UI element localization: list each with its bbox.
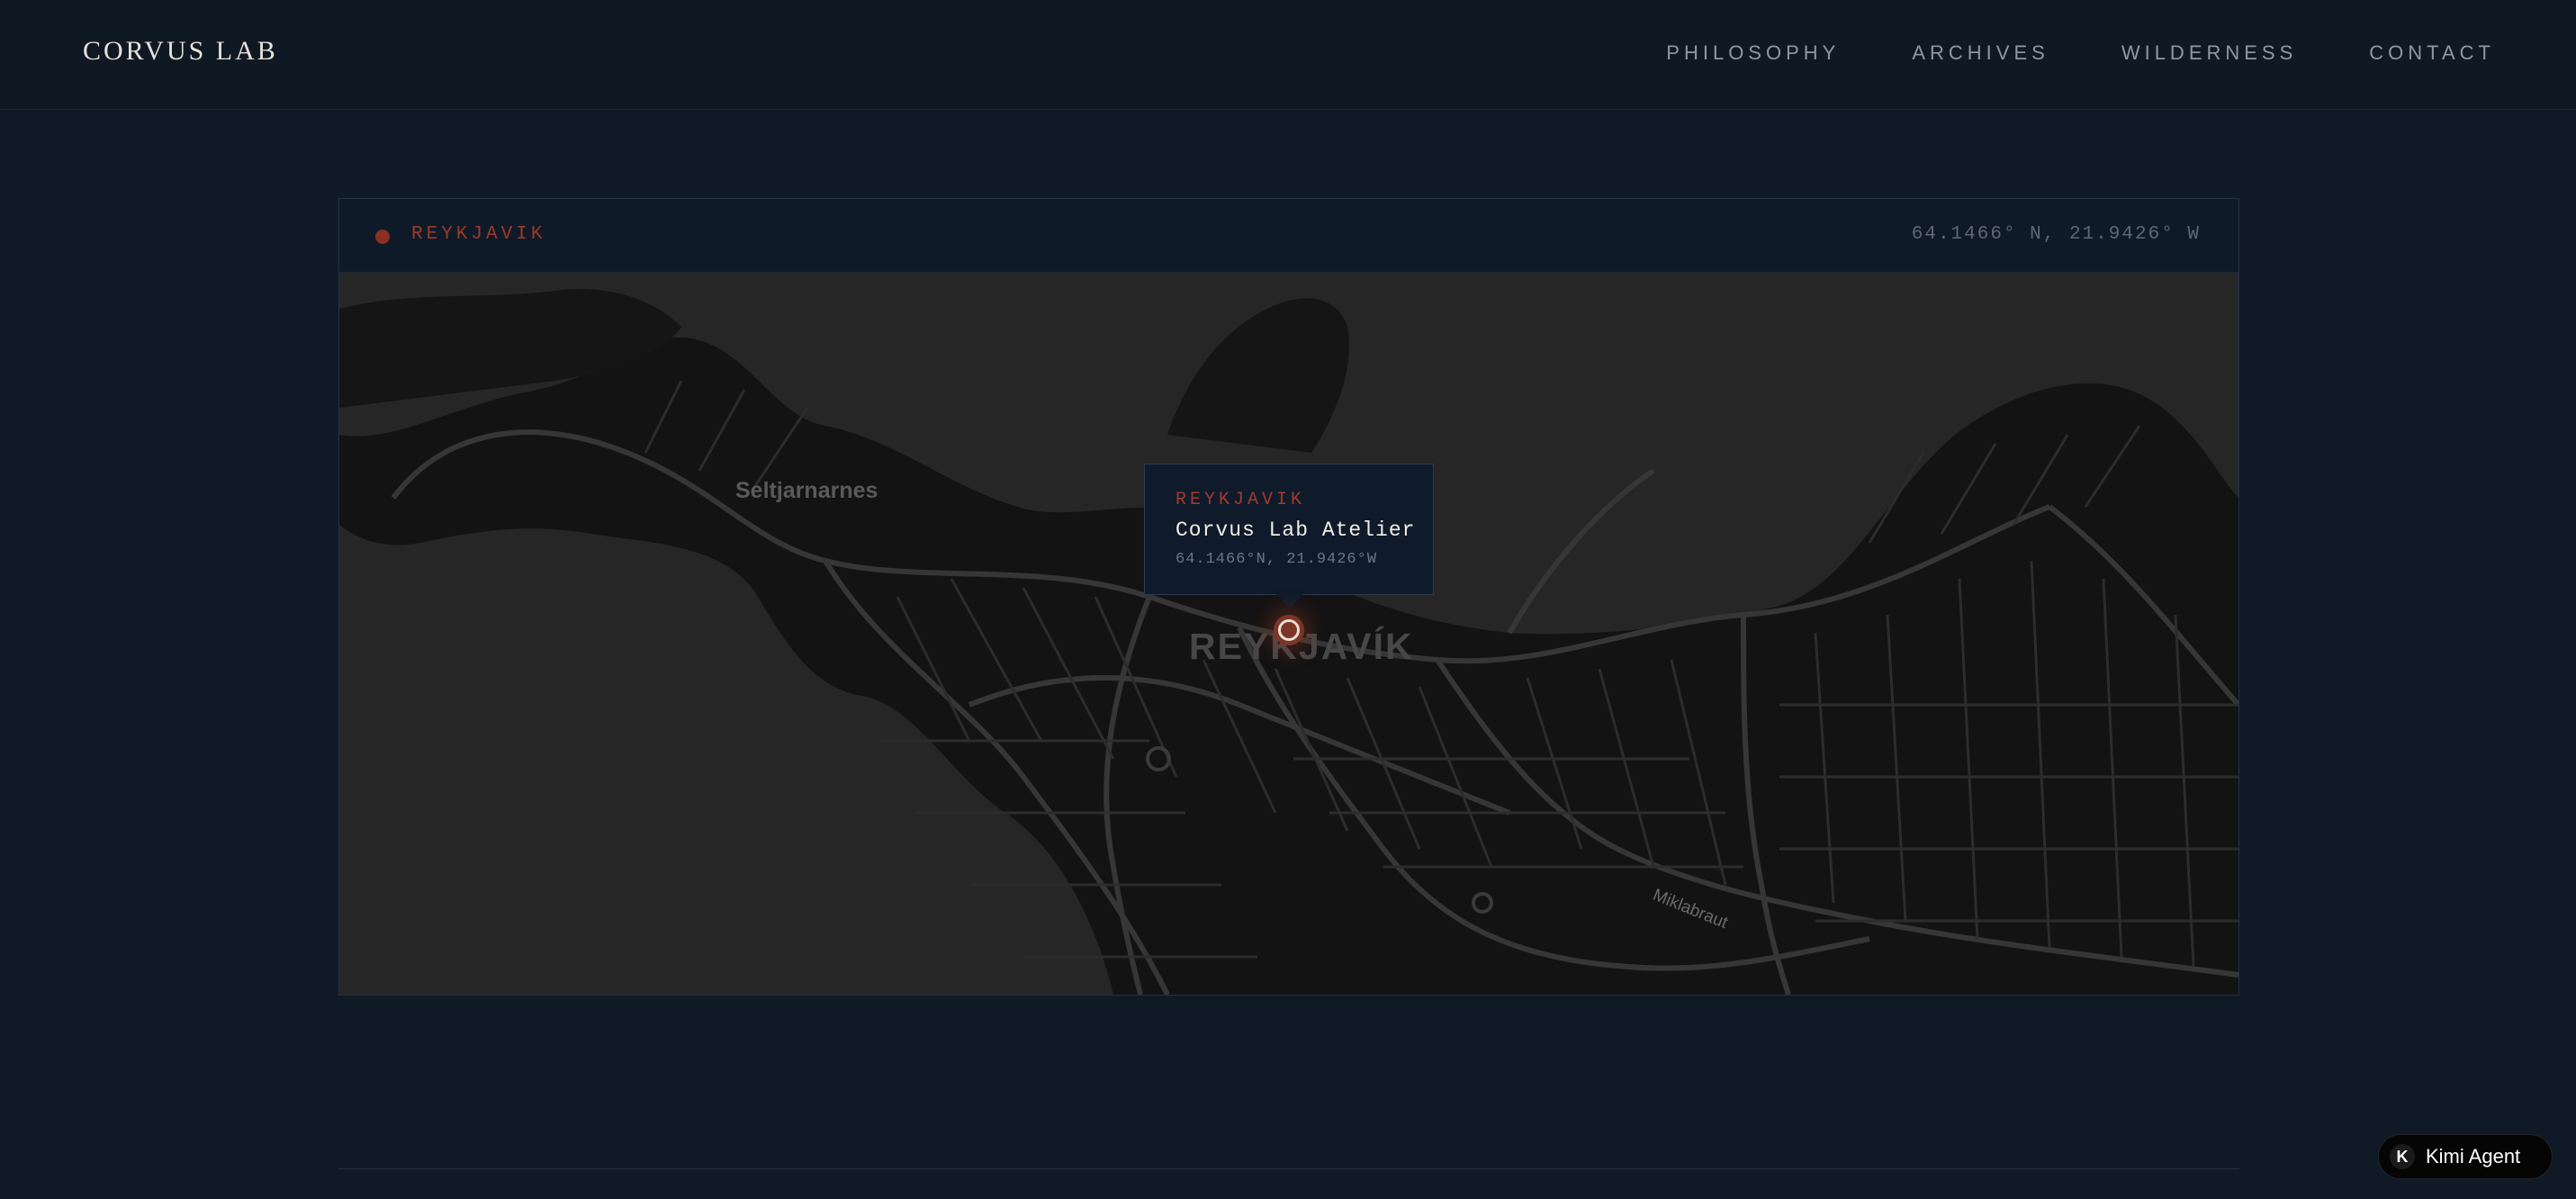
- location-dot-icon: [375, 230, 390, 244]
- kimi-agent-button[interactable]: K Kimi Agent: [2378, 1134, 2553, 1179]
- site-header: CORVUS LAB PHILOSOPHY ARCHIVES WILDERNES…: [0, 0, 2576, 110]
- nav-wilderness[interactable]: WILDERNESS: [2121, 41, 2297, 65]
- nav-archives[interactable]: ARCHIVES: [1912, 41, 2049, 65]
- map-marker-icon[interactable]: [1274, 615, 1304, 645]
- map-card-header: REYKJAVIK 64.1466° N, 21.9426° W: [339, 199, 2238, 273]
- brand-logo[interactable]: CORVUS LAB: [83, 36, 278, 67]
- location-map-card: REYKJAVIK 64.1466° N, 21.9426° W Seltjar…: [338, 198, 2239, 996]
- location-label: REYKJAVIK: [411, 224, 546, 245]
- map-canvas[interactable]: Seltjarnarnes REYKJAVÍK Miklabraut REYKJ…: [339, 273, 2238, 995]
- kimi-agent-label: Kimi Agent: [2426, 1145, 2521, 1167]
- popup-coordinates: 64.1466°N, 21.9426°W: [1175, 551, 1378, 568]
- location-popup: REYKJAVIK Corvus Lab Atelier 64.1466°N, …: [1144, 464, 1434, 609]
- main-nav: PHILOSOPHY ARCHIVES WILDERNESS CONTACT: [1666, 41, 2495, 65]
- kimi-logo-icon: K: [2390, 1144, 2415, 1169]
- coordinates-label: 64.1466° N, 21.9426° W: [1911, 224, 2201, 245]
- nav-contact[interactable]: CONTACT: [2369, 41, 2495, 65]
- footer-divider: [338, 1168, 2239, 1169]
- nav-philosophy[interactable]: PHILOSOPHY: [1666, 41, 1840, 65]
- popup-city: REYKJAVIK: [1175, 490, 1306, 510]
- popup-title: Corvus Lab Atelier: [1175, 518, 1416, 542]
- map-label-seltjarnarnes: Seltjarnarnes: [735, 478, 878, 503]
